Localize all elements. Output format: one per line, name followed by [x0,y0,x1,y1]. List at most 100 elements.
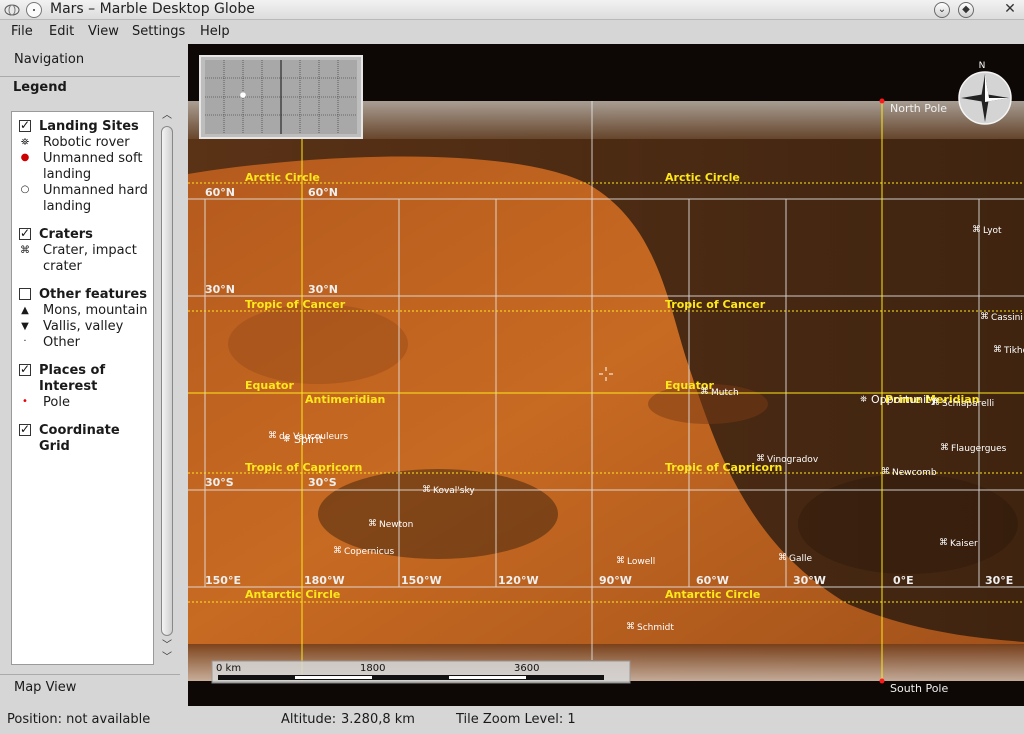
place-label[interactable]: Vinogradov [767,455,819,465]
place-label[interactable]: Mutch [711,388,739,398]
compass-n-label: N [979,61,986,71]
landing-sites-checkbox[interactable] [19,118,31,132]
menu-edit[interactable]: Edit [49,24,74,39]
side-panel: Navigation Legend Landing Sites ⛯ Roboti… [0,44,187,706]
place-label[interactable]: Spirit [294,433,324,446]
crater-icon[interactable]: ⌘ [980,312,989,322]
place-label[interactable]: Newton [379,520,413,530]
place-label[interactable]: Koval'sky [433,486,475,496]
menu-settings[interactable]: Settings [132,24,185,39]
overview-map[interactable] [199,55,363,139]
legend-item-robotic-rover: Robotic rover [43,135,130,150]
place-label[interactable]: Galle [789,554,812,564]
legend-section-landing-sites: Landing Sites [39,119,139,134]
scale-label-0: 0 km [216,663,241,674]
legend-item-hard-landing: Unmanned hard landing [43,183,148,214]
status-position: Position: not available [7,712,151,727]
window-title: Mars – Marble Desktop Globe [50,1,255,17]
lat-30s-label-2: 30°S [308,476,337,489]
craters-checkbox[interactable] [19,226,31,240]
place-label[interactable]: Flaugergues [951,444,1007,454]
valley-icon: ▼ [21,321,29,332]
lon-30w-label: 30°W [793,574,826,587]
lon-120w-label: 120°W [498,574,539,587]
scroll-bottom-icon[interactable]: ﹀ [160,652,174,664]
legend-tab-label: Legend [13,80,67,95]
coordinate-grid-checkbox[interactable] [19,422,31,436]
place-label[interactable]: Schiaparelli [942,399,994,409]
equator-label-1: Equator [245,379,294,392]
crater-icon[interactable]: ⌘ [616,556,625,566]
place-label[interactable]: Lyot [983,226,1002,236]
crater-icon[interactable]: ⌘ [972,225,981,235]
crater-icon[interactable]: ⌘ [940,443,949,453]
tab-legend[interactable]: Legend [0,76,180,100]
crater-icon[interactable]: ⌘ [333,546,342,556]
crater-icon[interactable]: ⌘ [939,538,948,548]
scrollbar-thumb[interactable] [161,126,173,636]
place-label[interactable]: Copernicus [344,547,394,557]
lon-60w-label: 60°W [696,574,729,587]
crater-icon: ⌘ [20,245,30,256]
arctic-circle-label-2: Arctic Circle [665,171,740,184]
status-altitude-value: 3.280,8 km [341,712,415,727]
minimize-button[interactable]: ⌄ [934,2,950,18]
menu-help[interactable]: Help [200,24,230,39]
crater-icon[interactable]: ⌘ [931,398,940,408]
scroll-up-icon[interactable]: ︿ [160,110,174,122]
terrain-patch [228,304,408,384]
crater-icon[interactable]: ⌘ [700,387,709,397]
tropic-capricorn-label-1: Tropic of Capricorn [245,461,362,474]
place-label[interactable]: Kaiser [950,539,978,549]
crater-icon[interactable]: ⌘ [626,622,635,632]
legend-item-other: Other [43,335,80,350]
compass-icon[interactable]: N [958,61,1012,125]
crater-icon[interactable]: ⌘ [778,553,787,563]
status-zoom: Tile Zoom Level: 1 [456,712,576,727]
map-view[interactable]: Arctic Circle Arctic Circle Tropic of Ca… [188,44,1024,706]
legend-scrollbar[interactable]: ︿ ﹀ ﹀ [160,110,174,666]
north-pole-marker[interactable] [879,98,885,104]
arctic-circle-label-1: Arctic Circle [245,171,320,184]
place-label[interactable]: Schmidt [637,623,674,633]
places-of-interest-checkbox[interactable] [19,362,31,376]
tab-navigation[interactable]: Navigation [14,52,84,67]
lon-0e-label: 0°E [893,574,914,587]
mars-map-canvas[interactable]: Arctic Circle Arctic Circle Tropic of Ca… [188,44,1024,706]
legend-item-vallis: Vallis, valley [43,319,124,334]
scale-label-3600: 3600 [514,663,539,674]
tropic-cancer-label-2: Tropic of Cancer [665,298,766,311]
place-label[interactable]: Cassini [991,313,1023,323]
scroll-down-icon[interactable]: ﹀ [160,640,174,652]
tab-map-view[interactable]: Map View [0,674,180,698]
mapview-tab-label: Map View [14,680,77,695]
other-icon: · [23,336,27,347]
status-altitude-label: Altitude: [281,712,337,727]
crater-icon[interactable]: ⌘ [422,485,431,495]
mountain-icon: ▲ [21,305,29,316]
place-label[interactable]: Newcomb [892,468,937,478]
close-button[interactable]: ✕ [1002,2,1018,18]
pin-icon[interactable] [26,2,42,18]
place-label[interactable]: Lowell [627,557,655,567]
maximize-button[interactable]: ◆ [958,2,974,18]
menu-view[interactable]: View [88,24,119,39]
other-features-checkbox[interactable] [19,288,31,300]
south-pole-marker[interactable] [879,678,885,684]
crater-icon[interactable]: ⌘ [993,345,1002,355]
marble-app-icon[interactable] [4,2,20,18]
rover-icon[interactable]: ⛯ [283,435,290,445]
rover-icon: ⛯ [21,137,29,148]
crater-icon[interactable]: ⌘ [756,454,765,464]
crater-icon[interactable]: ⌘ [268,431,277,441]
rover-icon[interactable]: ⛯ [860,395,867,405]
crater-icon[interactable]: ⌘ [881,467,890,477]
place-label[interactable]: Tikhov [1003,346,1024,356]
place-label[interactable]: Opportunity [871,393,938,406]
antarctic-circle-label-1: Antarctic Circle [245,588,340,601]
legend-item-pole: Pole [43,395,70,410]
menu-file[interactable]: File [11,24,33,39]
antarctic-circle-label-2: Antarctic Circle [665,588,760,601]
crater-icon[interactable]: ⌘ [368,519,377,529]
north-pole-label: North Pole [890,102,947,115]
